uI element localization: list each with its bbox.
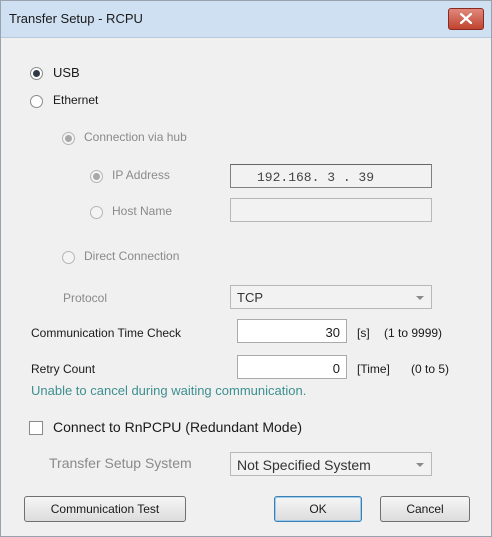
via-hub-radio[interactable]: [62, 132, 75, 145]
comm-time-range: (1 to 9999): [384, 326, 443, 340]
ok-button[interactable]: OK: [274, 496, 362, 522]
retry-count-range: (0 to 5): [411, 362, 450, 376]
redundant-mode-checkbox[interactable]: [29, 421, 43, 435]
comm-time-unit: [s]: [357, 326, 370, 340]
usb-label[interactable]: USB: [53, 65, 80, 80]
ethernet-label[interactable]: Ethernet: [53, 93, 98, 107]
ip-address-field[interactable]: 192.168. 3 . 39: [230, 164, 432, 188]
ethernet-radio[interactable]: [30, 95, 43, 108]
usb-radio[interactable]: [30, 67, 43, 80]
direct-connection-label: Direct Connection: [84, 249, 180, 263]
window-title: Transfer Setup - RCPU: [9, 11, 143, 26]
comm-time-input[interactable]: 30: [237, 319, 347, 343]
ip-address-label: IP Address: [112, 168, 170, 182]
comm-time-label: Communication Time Check: [31, 326, 182, 340]
retry-count-label: Retry Count: [31, 362, 96, 376]
dropdown-arrow-icon: [416, 296, 424, 300]
cancel-button[interactable]: Cancel: [380, 496, 470, 522]
host-name-radio[interactable]: [90, 206, 103, 219]
ip-address-value: 192.168. 3 . 39: [257, 170, 375, 185]
protocol-select[interactable]: TCP: [230, 285, 432, 309]
transfer-setup-dialog: Transfer Setup - RCPU USB Ethernet Conne…: [0, 0, 492, 537]
redundant-mode-label[interactable]: Connect to RnPCPU (Redundant Mode): [53, 419, 302, 435]
via-hub-label: Connection via hub: [84, 130, 187, 144]
direct-connection-radio[interactable]: [62, 251, 75, 264]
close-icon: [460, 13, 472, 24]
transfer-system-label: Transfer Setup System: [49, 455, 192, 471]
retry-count-value: 0: [332, 361, 340, 376]
protocol-value: TCP: [237, 290, 263, 305]
host-name-field[interactable]: [230, 198, 432, 222]
retry-count-input[interactable]: 0: [237, 355, 347, 379]
transfer-system-select[interactable]: Not Specified System: [230, 452, 432, 476]
communication-test-button[interactable]: Communication Test: [24, 496, 186, 522]
retry-count-unit: [Time]: [357, 362, 390, 376]
info-text: Unable to cancel during waiting communic…: [31, 383, 307, 398]
dropdown-arrow-icon: [416, 463, 424, 467]
close-button[interactable]: [448, 8, 484, 30]
ip-address-radio[interactable]: [90, 170, 103, 183]
title-bar: Transfer Setup - RCPU: [1, 1, 491, 38]
protocol-label: Protocol: [63, 291, 108, 305]
comm-time-value: 30: [325, 325, 340, 340]
transfer-system-value: Not Specified System: [237, 457, 371, 473]
host-name-label: Host Name: [112, 204, 173, 218]
